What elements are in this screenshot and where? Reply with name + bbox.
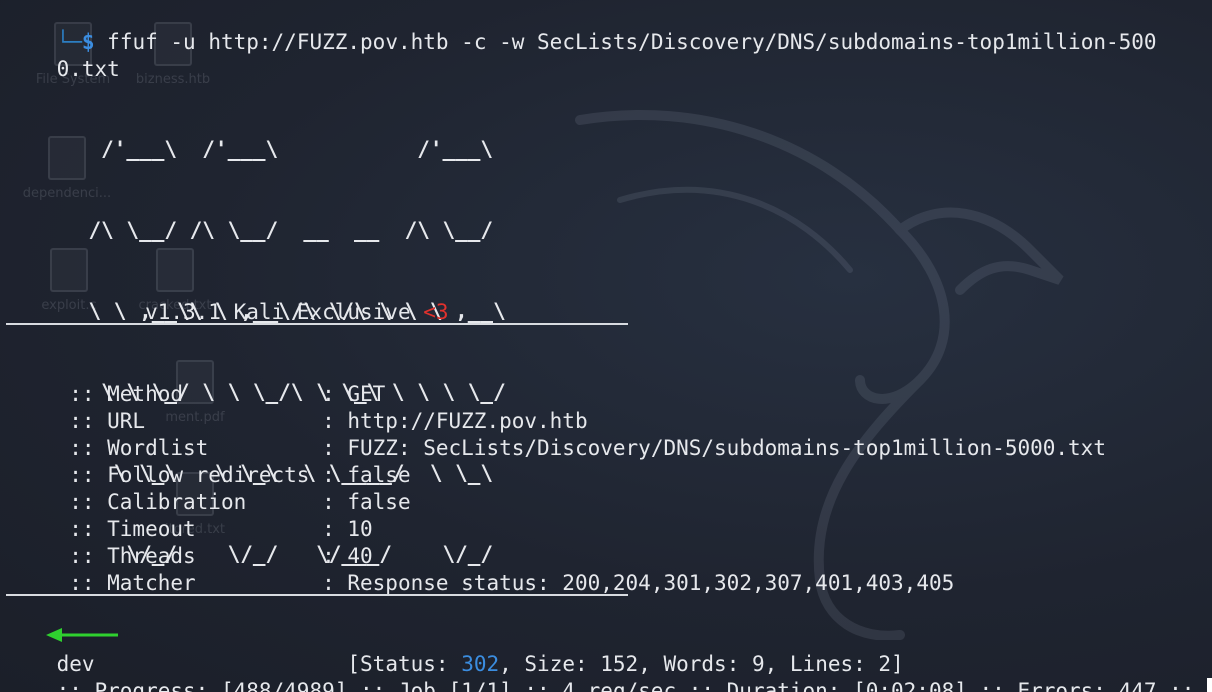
- terminal-window[interactable]: File System bizness.htb dependenci... ex…: [0, 0, 1212, 692]
- config-row-calibration: :: Calibration : false: [6, 462, 410, 514]
- version-text: v1.3.1 Kali Exclusive: [56, 300, 424, 324]
- terminal-cursor: [1207, 678, 1212, 692]
- config-key: :: Matcher: [56, 571, 323, 595]
- result-row: dev [Status: 302, Size: 152, Words: 9, L…: [6, 624, 904, 676]
- divider-bottom: [6, 594, 628, 596]
- command-text-wrap: 0.txt: [56, 57, 120, 81]
- config-row-matcher: :: Matcher : Response status: 200,204,30…: [6, 543, 954, 595]
- command-line-wrap: 0.txt: [6, 29, 120, 81]
- config-row-threads: :: Threads : 40: [6, 516, 372, 568]
- version-line: v1.3.1 Kali Exclusive <3: [6, 272, 448, 324]
- divider-top: [6, 323, 628, 325]
- annotation-arrow-icon: [46, 628, 118, 642]
- config-row-timeout: :: Timeout : 10: [6, 489, 372, 541]
- config-row-wordlist: :: Wordlist : FUZZ: SecLists/Discovery/D…: [6, 408, 1106, 460]
- heart-text: <3: [423, 300, 449, 324]
- command-line: └─$ ffuf -u http://FUZZ.pov.htb -c -w Se…: [6, 2, 1157, 54]
- banner-art-line: /'___\ /'___\ /'___\: [0, 137, 494, 161]
- config-row-method: :: Method : GET: [6, 354, 385, 406]
- command-text: ffuf -u http://FUZZ.pov.htb -c -w SecLis…: [94, 30, 1157, 54]
- config-row-url: :: URL : http://FUZZ.pov.htb: [6, 381, 587, 433]
- config-row-follow-redirects: :: Follow redirects : false: [6, 435, 410, 487]
- banner-art-line: /\ \__/ /\ \__/ __ __ /\ \__/: [0, 218, 494, 242]
- progress-row: :: Progress: [488/4989] :: Job [1/1] :: …: [6, 651, 1212, 692]
- config-value: : Response status: 200,204,301,302,307,4…: [322, 571, 955, 595]
- config-value: : FUZZ: SecLists/Discovery/DNS/subdomain…: [322, 436, 1106, 460]
- progress-text: :: Progress: [488/4989] :: Job [1/1] :: …: [56, 679, 1195, 692]
